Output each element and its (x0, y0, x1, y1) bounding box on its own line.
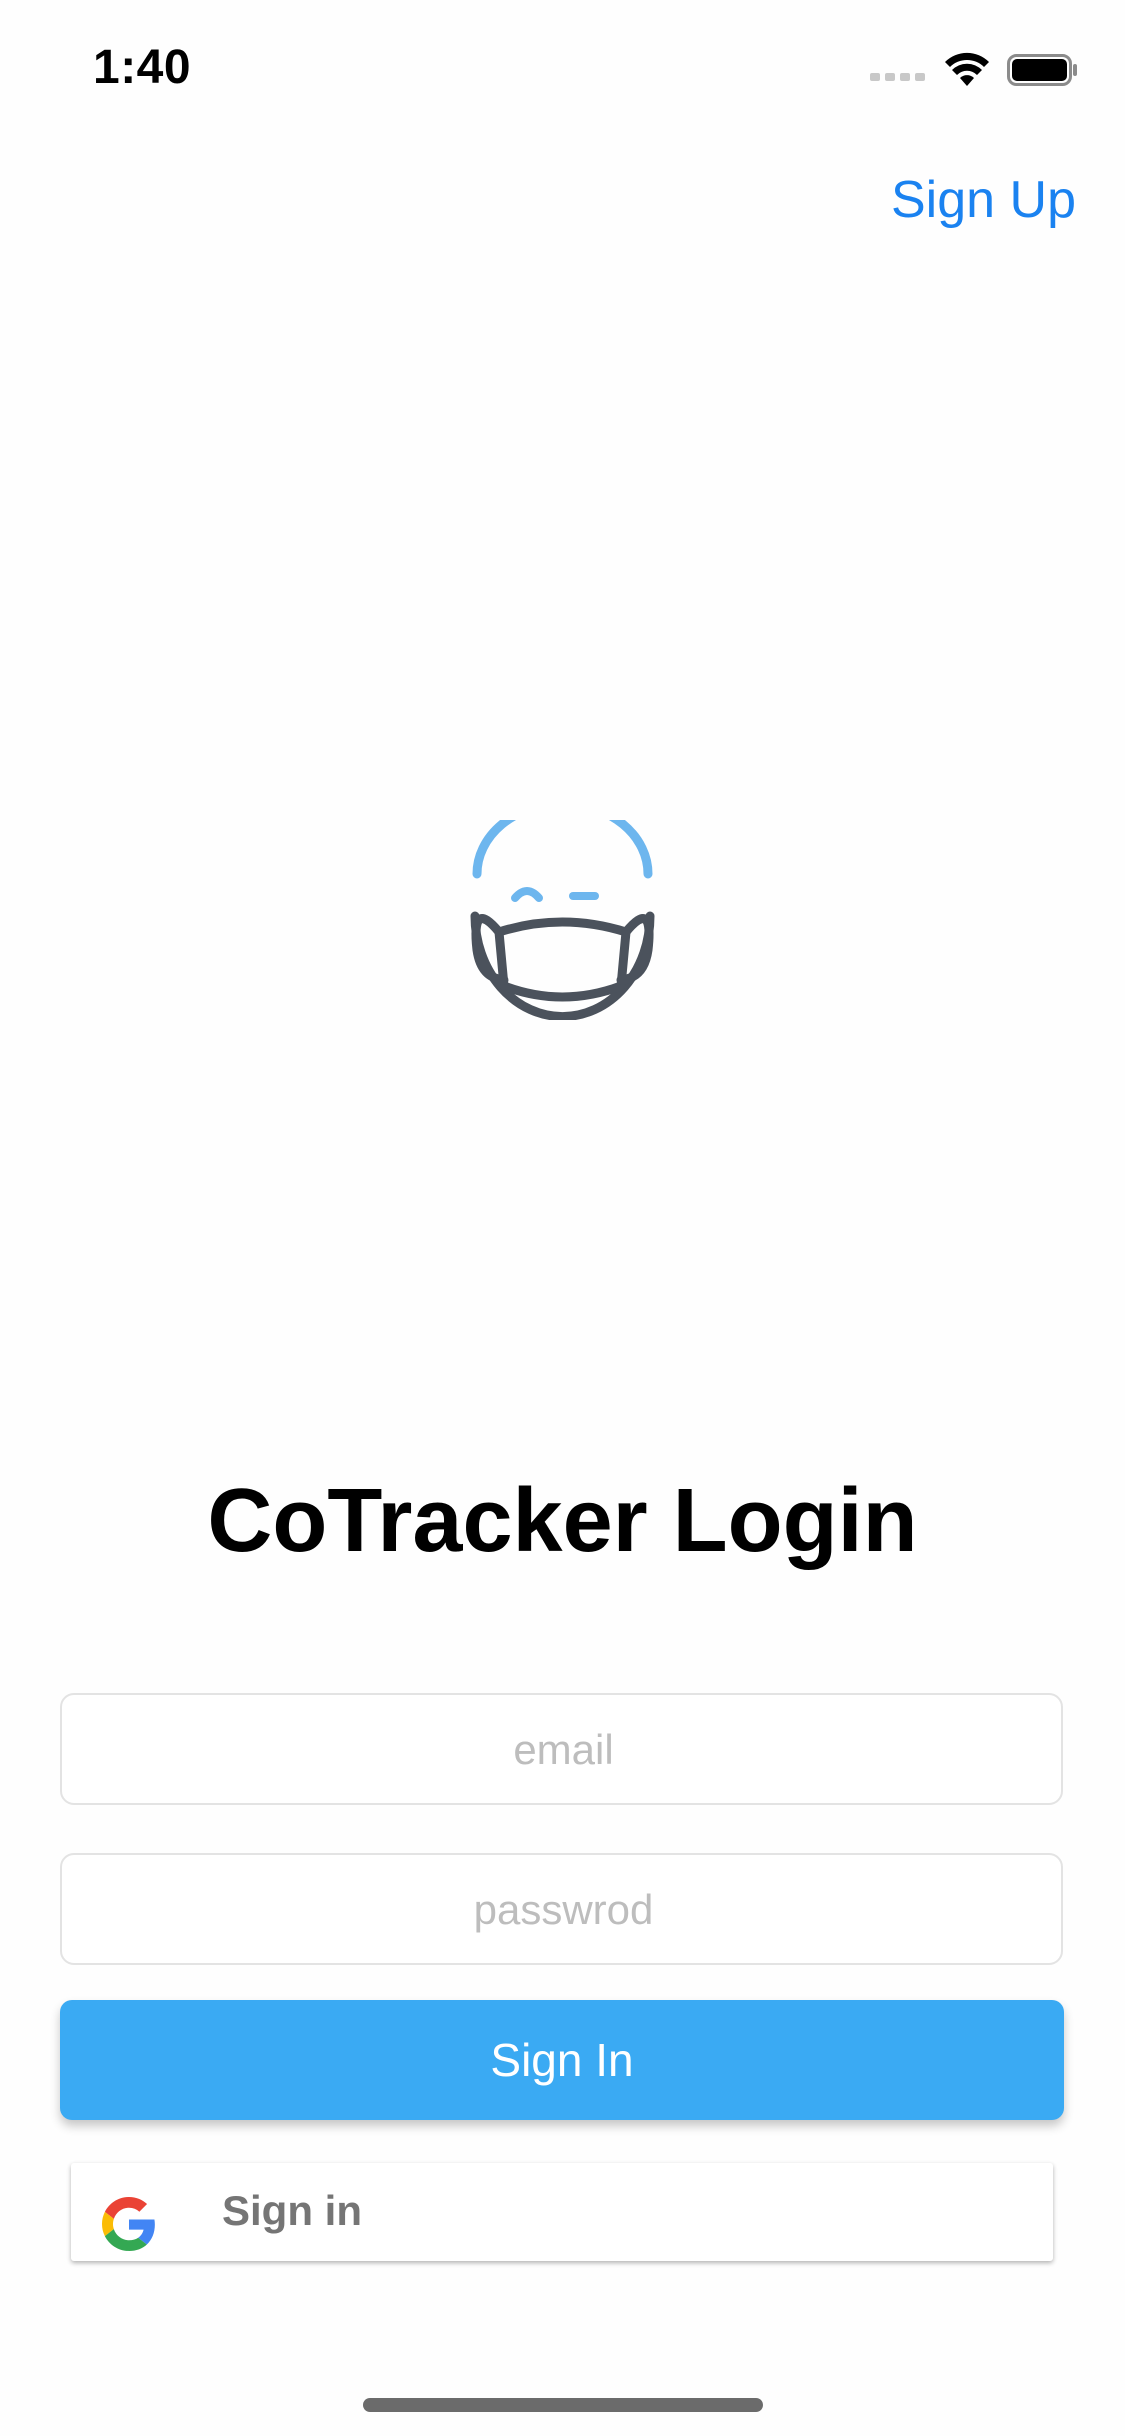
login-screen: 1:40 Sign Up CoTracker Login email Sign … (0, 0, 1125, 2436)
password-field-container (60, 1853, 1065, 1965)
google-sign-in-label: Sign in (222, 2187, 362, 2234)
sign-up-link[interactable]: Sign Up (891, 170, 1076, 230)
email-field-container (60, 1693, 1065, 1805)
password-field[interactable] (62, 1855, 1065, 1965)
sign-in-button[interactable]: Sign In (60, 2000, 1064, 2120)
google-logo-icon (102, 2197, 155, 2251)
masked-face-icon (470, 820, 655, 1020)
status-icons (870, 50, 1079, 90)
battery-icon (1007, 54, 1077, 86)
status-time: 1:40 (93, 41, 192, 94)
wifi-icon (945, 52, 989, 86)
home-indicator[interactable] (363, 2398, 763, 2412)
email-field[interactable] (62, 1695, 1065, 1805)
sign-in-button-label: Sign In (490, 2034, 634, 2086)
cellular-signal-icon (870, 73, 925, 81)
page-title: CoTracker Login (207, 1471, 918, 1571)
google-sign-in-button[interactable]: Sign in (71, 2163, 1053, 2261)
